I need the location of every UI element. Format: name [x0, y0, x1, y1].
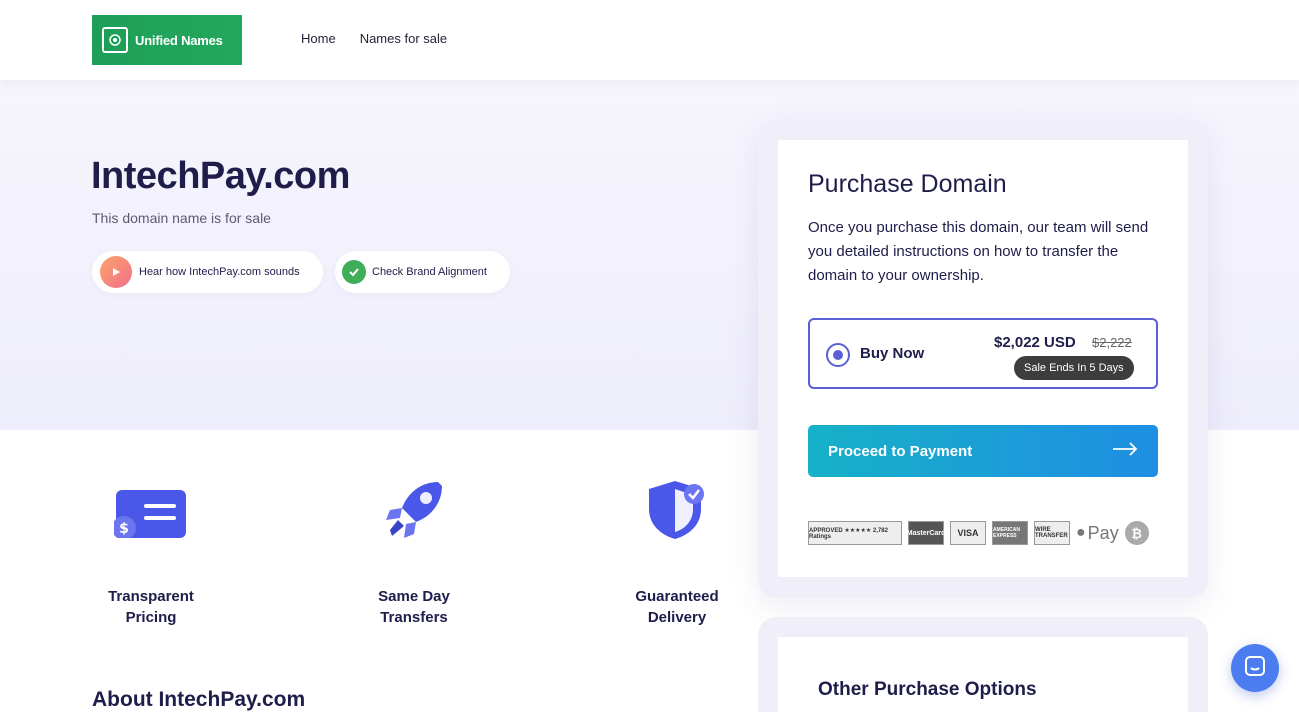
bitcoin-icon: ₿ — [1124, 521, 1149, 545]
feature-transparent-pricing: $ Transparent Pricing — [76, 478, 226, 628]
domain-title: IntechPay.com — [91, 155, 350, 197]
hear-sound-label: Hear how IntechPay.com sounds — [139, 266, 300, 278]
approved-ratings-badge: APPROVED ★★★★★ 2,782 Ratings — [808, 521, 902, 545]
feature-line2: Delivery — [647, 609, 707, 626]
logo-mark-icon — [102, 27, 128, 53]
feature-line1: Same Day — [378, 588, 450, 605]
apple-pay-label: Pay — [1087, 522, 1119, 543]
payment-badges: APPROVED ★★★★★ 2,782 Ratings MasterCard … — [808, 519, 1149, 547]
shield-check-icon — [602, 478, 752, 542]
svg-text:$: $ — [119, 521, 129, 537]
feature-label: Transparent Pricing — [76, 586, 226, 628]
apple-icon: ● — [1076, 524, 1086, 541]
radio-dot — [833, 350, 843, 360]
main-nav: Home Names for sale — [301, 31, 447, 46]
other-options-title: Other Purchase Options — [818, 679, 1037, 700]
visa-badge: VISA — [950, 521, 986, 545]
proceed-to-payment-button[interactable]: Proceed to Payment — [808, 425, 1158, 477]
chat-button[interactable] — [1231, 644, 1279, 692]
purchase-title: Purchase Domain — [808, 170, 1007, 198]
proceed-label: Proceed to Payment — [828, 442, 973, 460]
feature-line2: Pricing — [125, 609, 177, 626]
site-header: Unified Names Home Names for sale — [0, 0, 1299, 80]
logo[interactable]: Unified Names — [92, 15, 242, 65]
pricing-card-icon: $ — [76, 478, 226, 542]
check-icon — [342, 260, 366, 284]
logo-text: Unified Names — [135, 32, 223, 48]
check-brand-button[interactable]: Check Brand Alignment — [335, 251, 510, 293]
nav-names-for-sale[interactable]: Names for sale — [360, 31, 447, 46]
buy-now-option[interactable]: Buy Now $2,022 USD $2,222 Sale Ends In 5… — [808, 318, 1158, 389]
feature-line1: Transparent — [108, 588, 194, 605]
nav-home[interactable]: Home — [301, 31, 336, 46]
sale-badge: Sale Ends In 5 Days — [1014, 356, 1134, 380]
apple-pay-badge: ● Pay — [1076, 523, 1119, 544]
feature-label: Guaranteed Delivery — [602, 586, 752, 628]
wire-transfer-badge: WIRE TRANSFER — [1034, 521, 1070, 545]
play-icon — [100, 256, 132, 288]
rocket-icon — [339, 478, 489, 542]
feature-label: Same Day Transfers — [339, 586, 489, 628]
arrow-right-icon — [1112, 442, 1138, 460]
amex-badge: AMERICAN EXPRESS — [992, 521, 1028, 545]
purchase-description: Once you purchase this domain, our team … — [808, 219, 1149, 284]
buy-now-radio[interactable] — [826, 343, 850, 367]
chat-icon — [1244, 655, 1266, 682]
buy-now-label: Buy Now — [860, 345, 925, 362]
feature-same-day-transfers: Same Day Transfers — [339, 478, 489, 628]
check-brand-label: Check Brand Alignment — [372, 266, 487, 278]
price: $2,022 USD — [994, 334, 1076, 351]
about-heading: About IntechPay.com — [92, 688, 306, 711]
mastercard-badge: MasterCard — [907, 521, 945, 545]
hear-sound-button[interactable]: Hear how IntechPay.com sounds — [92, 251, 323, 293]
feature-line2: Transfers — [380, 609, 448, 626]
domain-subtitle: This domain name is for sale — [92, 210, 271, 226]
feature-line1: Guaranteed — [635, 588, 719, 605]
feature-guaranteed-delivery: Guaranteed Delivery — [602, 478, 752, 628]
old-price: $2,222 — [1092, 335, 1132, 350]
